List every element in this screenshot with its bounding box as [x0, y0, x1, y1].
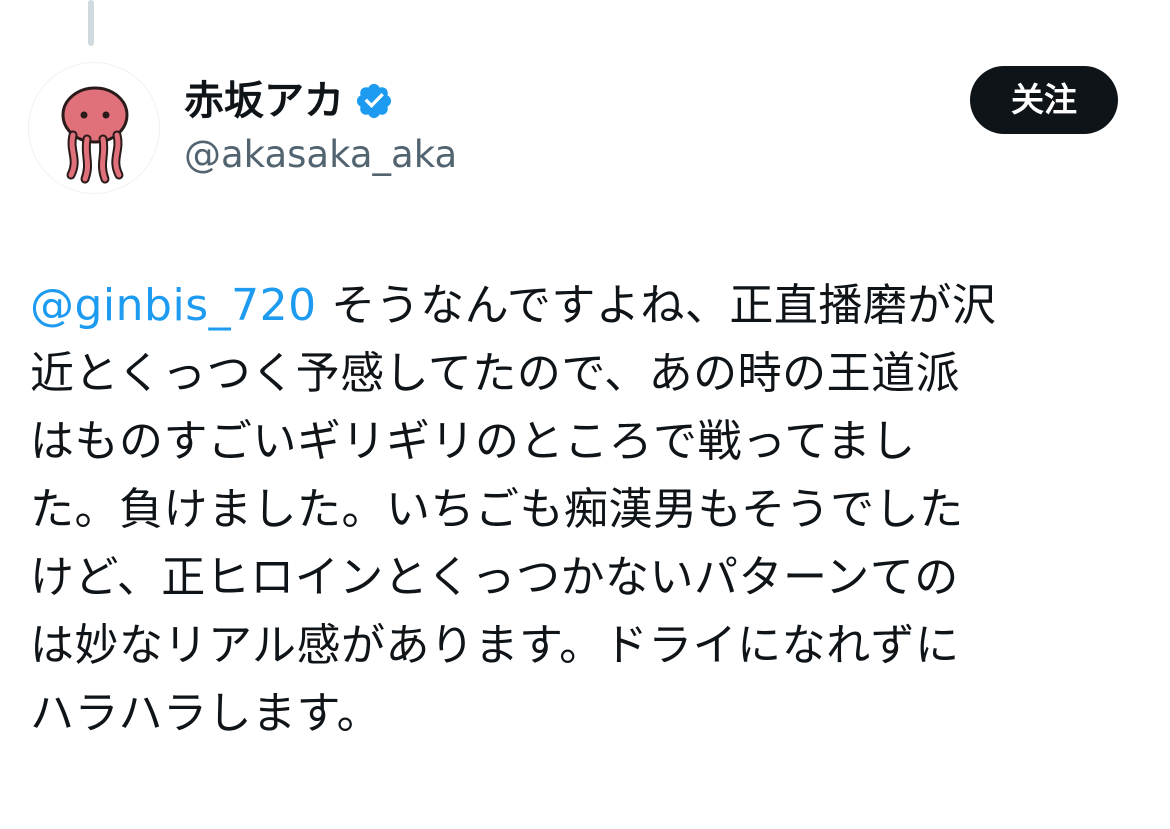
author-display-name[interactable]: 赤坂アカ: [184, 72, 344, 130]
verified-badge-icon[interactable]: [354, 81, 394, 121]
tweet-line: 近とくっつく予感してたので、あの時の王道派: [30, 348, 961, 399]
tweet-line: けど、正ヒロインとくっつかないパターンての: [30, 552, 959, 603]
tweet-line: た。負けました。いちごも痴漢男もそうでした: [30, 484, 964, 535]
tweet-line: はものすごいギリギリのところで戦ってまし: [30, 416, 916, 467]
octopus-avatar-icon: [29, 63, 159, 193]
tweet-line-text: そうなんですよね、正直播磨が沢: [316, 280, 997, 331]
tweet-line: @ginbis_720 そうなんですよね、正直播磨が沢: [30, 272, 1110, 340]
author-name-row: 赤坂アカ: [184, 72, 394, 130]
author-handle[interactable]: @akasaka_aka: [184, 128, 457, 182]
tweet-text: @ginbis_720 そうなんですよね、正直播磨が沢 近とくっつく予感してたの…: [30, 272, 1110, 748]
follow-button[interactable]: 关注: [970, 66, 1118, 134]
mention-link[interactable]: @ginbis_720: [30, 280, 317, 331]
thread-connector-line: [88, 0, 94, 46]
avatar[interactable]: [28, 62, 160, 194]
tweet-line: は妙なリアル感があります。ドライになれずに: [30, 620, 960, 671]
tweet-line: ハラハラします。: [30, 688, 382, 739]
